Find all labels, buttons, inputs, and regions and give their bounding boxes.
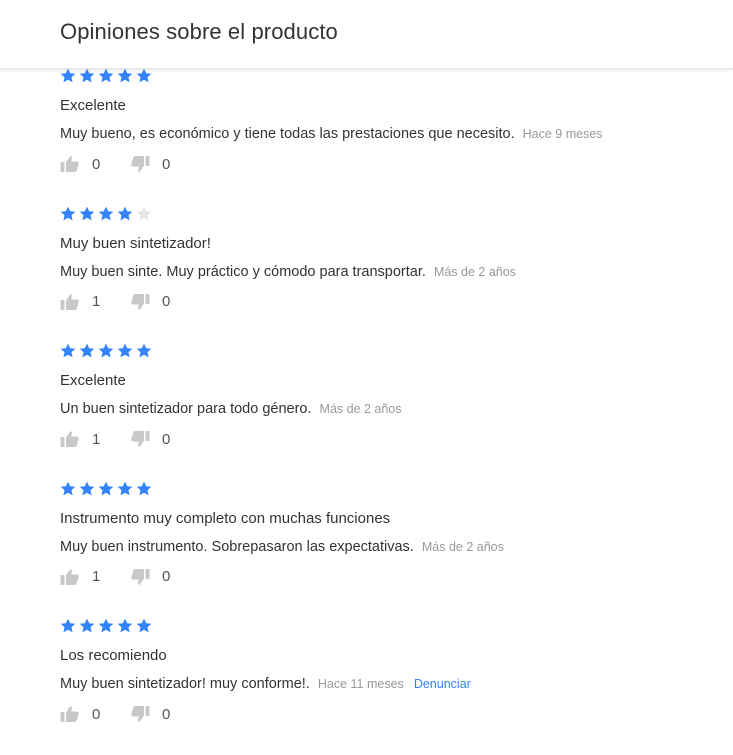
- review-date: Más de 2 años: [421, 539, 504, 554]
- review-item: Excelente Muy bueno, es económico y tien…: [60, 67, 720, 205]
- like-count: 0: [92, 155, 101, 173]
- reviews-list: Excelente Muy bueno, es económico y tien…: [60, 67, 720, 755]
- thumbs-down-icon: [130, 705, 150, 723]
- star-filled-icon: [117, 481, 133, 497]
- star-filled-icon: [98, 618, 114, 634]
- star-filled-icon: [136, 343, 152, 359]
- star-rating: [60, 480, 720, 499]
- star-rating: [60, 67, 720, 86]
- review-item: Instrumento muy completo con muchas func…: [60, 480, 720, 618]
- review-text: Un buen sintetizador para todo género. M…: [60, 400, 720, 418]
- star-filled-icon: [60, 343, 76, 359]
- review-text: Muy buen sintetizador! muy conforme!. Ha…: [60, 675, 720, 693]
- star-filled-icon: [79, 481, 95, 497]
- review-text: Muy buen instrumento. Sobrepasaron las e…: [60, 538, 720, 556]
- star-filled-icon: [136, 481, 152, 497]
- review-votes: 0 0: [60, 703, 720, 725]
- thumbs-up-icon: [60, 568, 80, 586]
- thumbs-down-icon: [130, 430, 150, 448]
- star-filled-icon: [60, 206, 76, 222]
- page-header: Opiniones sobre el producto: [0, 0, 733, 69]
- review-votes: 1 0: [60, 428, 720, 450]
- review-body: Muy buen instrumento. Sobrepasaron las e…: [60, 538, 414, 555]
- report-link[interactable]: Denunciar: [414, 677, 471, 691]
- review-date: Más de 2 años: [319, 402, 402, 416]
- star-filled-icon: [98, 343, 114, 359]
- star-filled-icon: [117, 68, 133, 84]
- thumbs-down-icon: [130, 293, 150, 311]
- star-filled-icon: [98, 481, 114, 497]
- dislike-button[interactable]: 0: [130, 568, 200, 586]
- review-text: Muy buen sinte. Muy práctico y cómodo pa…: [60, 263, 720, 281]
- dislike-count: 0: [162, 430, 171, 448]
- review-text: Muy bueno, es económico y tiene todas la…: [60, 125, 720, 143]
- star-rating: [60, 342, 720, 361]
- thumbs-down-icon: [130, 155, 150, 173]
- like-button[interactable]: 1: [60, 568, 130, 586]
- review-body: Muy buen sintetizador! muy conforme!.: [60, 676, 310, 692]
- star-filled-icon: [79, 618, 95, 634]
- review-title: Instrumento muy completo con muchas func…: [60, 509, 391, 527]
- star-filled-icon: [117, 206, 133, 222]
- star-filled-icon: [98, 206, 114, 222]
- review-title: Excelente: [60, 97, 126, 114]
- like-count: 1: [92, 568, 101, 585]
- review-title: Excelente: [60, 372, 126, 389]
- like-button[interactable]: 1: [60, 293, 130, 311]
- star-filled-icon: [117, 618, 133, 634]
- like-button[interactable]: 1: [60, 430, 130, 448]
- page-title: Opiniones sobre el producto: [60, 19, 338, 44]
- review-title: Muy buen sintetizador!: [60, 234, 211, 252]
- dislike-button[interactable]: 0: [130, 430, 200, 448]
- review-votes: 1 0: [60, 291, 720, 313]
- thumbs-up-icon: [60, 705, 80, 723]
- star-empty-icon: [136, 206, 152, 222]
- review-item: Muy buen sintetizador! Muy buen sinte. M…: [60, 205, 720, 343]
- thumbs-up-icon: [60, 293, 80, 311]
- review-item: Los recomiendo Muy buen sintetizador! mu…: [60, 617, 720, 755]
- review-body: Un buen sintetizador para todo género.: [60, 401, 312, 417]
- star-filled-icon: [136, 618, 152, 634]
- review-body: Muy bueno, es económico y tiene todas la…: [60, 126, 515, 142]
- like-button[interactable]: 0: [60, 705, 130, 723]
- review-votes: 1 0: [60, 566, 720, 588]
- review-item: Excelente Un buen sintetizador para todo…: [60, 342, 720, 480]
- like-count: 1: [92, 430, 101, 448]
- star-filled-icon: [79, 68, 95, 84]
- star-filled-icon: [79, 343, 95, 359]
- thumbs-up-icon: [60, 430, 80, 448]
- like-count: 0: [92, 705, 101, 723]
- review-date: Hace 9 meses: [522, 127, 603, 141]
- review-votes: 0 0: [60, 153, 720, 175]
- review-title: Los recomiendo: [60, 647, 167, 664]
- review-date: Hace 11 meses: [317, 677, 404, 691]
- star-filled-icon: [136, 68, 152, 84]
- star-filled-icon: [60, 481, 76, 497]
- star-rating: [60, 617, 720, 636]
- like-count: 1: [92, 293, 101, 310]
- star-filled-icon: [60, 68, 76, 84]
- dislike-button[interactable]: 0: [130, 293, 200, 311]
- review-date: Más de 2 años: [433, 264, 516, 279]
- star-filled-icon: [117, 343, 133, 359]
- dislike-button[interactable]: 0: [130, 155, 200, 173]
- star-rating: [60, 205, 720, 224]
- dislike-count: 0: [162, 155, 171, 173]
- star-filled-icon: [60, 618, 76, 634]
- dislike-count: 0: [162, 705, 171, 723]
- dislike-count: 0: [162, 293, 171, 310]
- like-button[interactable]: 0: [60, 155, 130, 173]
- dislike-count: 0: [162, 568, 171, 585]
- thumbs-down-icon: [130, 568, 150, 586]
- dislike-button[interactable]: 0: [130, 705, 200, 723]
- thumbs-up-icon: [60, 155, 80, 173]
- review-body: Muy buen sinte. Muy práctico y cómodo pa…: [60, 263, 426, 280]
- star-filled-icon: [79, 206, 95, 222]
- star-filled-icon: [98, 68, 114, 84]
